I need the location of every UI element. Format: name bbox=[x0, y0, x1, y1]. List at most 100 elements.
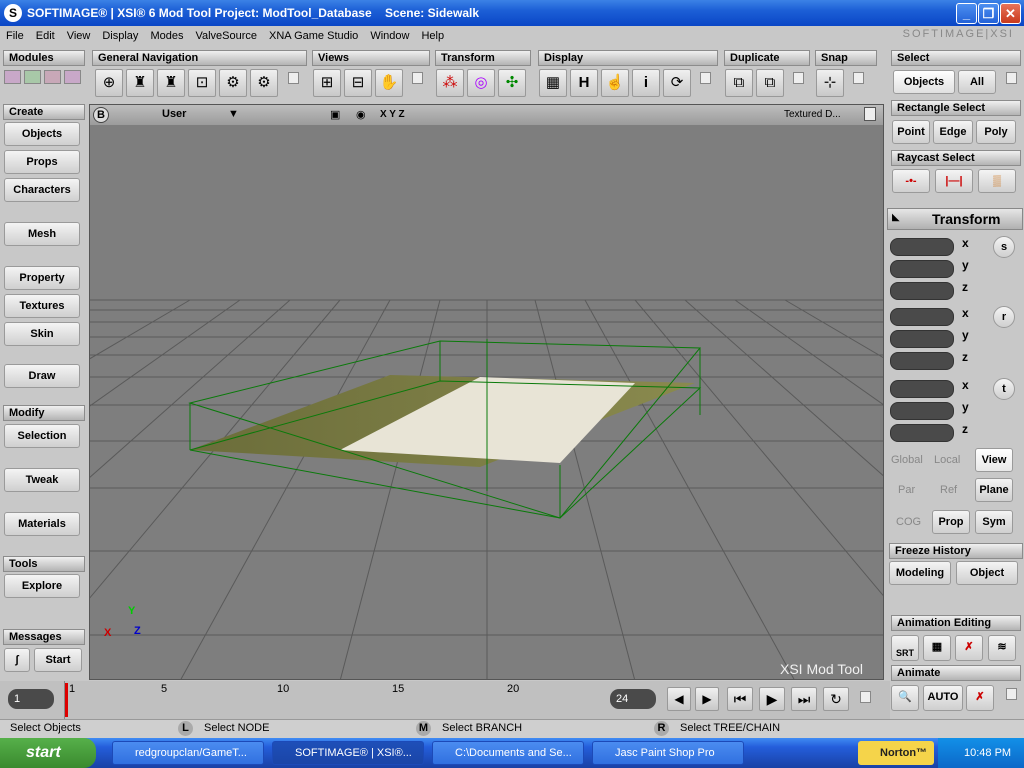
menu-window[interactable]: Window bbox=[364, 30, 415, 42]
ref-button[interactable]: Ref bbox=[940, 484, 957, 496]
edge-button[interactable]: Edge bbox=[933, 120, 973, 144]
animate-menu-icon[interactable] bbox=[1006, 688, 1017, 700]
scale-z-field[interactable] bbox=[890, 282, 954, 300]
snap-icon[interactable]: ⊹ bbox=[816, 69, 844, 97]
select-all-button[interactable]: All bbox=[958, 70, 996, 94]
create-objects-button[interactable]: Objects bbox=[4, 122, 80, 146]
module-button-1[interactable] bbox=[4, 70, 21, 84]
explorer-icon[interactable]: ⊟ bbox=[344, 69, 372, 97]
freeze-modeling-button[interactable]: Modeling bbox=[889, 561, 951, 585]
property-button[interactable]: Property bbox=[4, 266, 80, 290]
menu-edit[interactable]: Edit bbox=[30, 30, 61, 42]
menu-file[interactable]: File bbox=[0, 30, 30, 42]
camera-view-icon[interactable]: ▣ bbox=[330, 108, 340, 121]
translate-x-field[interactable] bbox=[890, 380, 954, 398]
cog-button[interactable]: COG bbox=[896, 516, 921, 528]
next-frame-icon[interactable]: ▶ bbox=[695, 687, 719, 711]
views-menu-icon[interactable] bbox=[412, 72, 423, 84]
select-menu-icon[interactable] bbox=[1006, 72, 1017, 84]
taskbar-item-explorer[interactable]: C:\Documents and Se... bbox=[432, 741, 584, 765]
info-icon[interactable]: i bbox=[632, 69, 660, 97]
viewport-maximize-icon[interactable] bbox=[864, 107, 876, 121]
messages-script-icon[interactable]: ʃ bbox=[4, 648, 30, 672]
view-button[interactable]: View bbox=[975, 448, 1013, 472]
render-region-icon[interactable]: ✋ bbox=[375, 69, 403, 97]
local-button[interactable]: Local bbox=[934, 454, 960, 466]
menu-display[interactable]: Display bbox=[96, 30, 144, 42]
norton-tray-button[interactable]: Norton™ bbox=[858, 741, 934, 765]
poly-button[interactable]: Poly bbox=[976, 120, 1016, 144]
refresh-icon[interactable]: ⟳ bbox=[663, 69, 691, 97]
timeline-track[interactable]: 1 5 10 15 20 bbox=[64, 681, 604, 719]
raycast-poly-icon[interactable]: ▒ bbox=[978, 169, 1016, 193]
layers-icon[interactable]: ≋ bbox=[988, 635, 1016, 661]
taskbar-item-softimage[interactable]: SOFTIMAGE® | XSI®... bbox=[272, 741, 424, 765]
key-icon[interactable]: 🔍 bbox=[891, 685, 919, 711]
pan-icon[interactable]: ⚙ bbox=[250, 69, 278, 97]
rotate-z-field[interactable] bbox=[890, 352, 954, 370]
duplicate-icon[interactable]: ⧉ bbox=[725, 69, 753, 97]
eye-icon[interactable]: ◉ bbox=[356, 108, 366, 121]
hide-icon[interactable]: H bbox=[570, 69, 598, 97]
loop-icon[interactable]: ↻ bbox=[823, 687, 849, 711]
orbit-icon[interactable]: ♜ bbox=[126, 69, 154, 97]
menu-help[interactable]: Help bbox=[415, 30, 450, 42]
scale-x-field[interactable] bbox=[890, 238, 954, 256]
plane-button[interactable]: Plane bbox=[975, 478, 1013, 502]
menu-valvesource[interactable]: ValveSource bbox=[189, 30, 263, 42]
general-navigation-menu-icon[interactable] bbox=[288, 72, 299, 84]
duplicate-menu-icon[interactable] bbox=[793, 72, 804, 84]
scale-y-field[interactable] bbox=[890, 260, 954, 278]
playhead[interactable] bbox=[65, 683, 68, 717]
raycast-edge-icon[interactable]: |—| bbox=[935, 169, 973, 193]
go-to-end-icon[interactable]: ⏭ bbox=[791, 687, 817, 711]
current-frame-field[interactable]: 1 bbox=[8, 689, 54, 709]
navigation-icon[interactable]: ⊕ bbox=[95, 69, 123, 97]
start-button[interactable]: start bbox=[0, 738, 96, 768]
frame-icon[interactable]: ⊡ bbox=[188, 69, 216, 97]
viewport[interactable]: B User ▼ ▣ ◉ X Y Z Textured D... Y X Z X… bbox=[89, 104, 884, 680]
hand-icon[interactable]: ☝ bbox=[601, 69, 629, 97]
go-to-start-icon[interactable]: ⏮ bbox=[727, 687, 753, 711]
clone-icon[interactable]: ⧉ bbox=[756, 69, 784, 97]
materials-button[interactable]: Materials bbox=[4, 512, 80, 536]
rotate-button[interactable]: r bbox=[993, 306, 1015, 328]
grid-icon[interactable]: ▦ bbox=[539, 69, 567, 97]
camera-selector[interactable]: User bbox=[162, 108, 186, 120]
auto-key-button[interactable]: AUTO bbox=[923, 685, 963, 711]
delete-key-icon[interactable]: ✗ bbox=[966, 685, 994, 711]
play-icon[interactable]: ▶ bbox=[759, 687, 785, 711]
end-frame-field[interactable]: 24 bbox=[610, 689, 656, 709]
translate-icon[interactable]: ✣ bbox=[498, 69, 526, 97]
zoom-icon[interactable]: ⚙ bbox=[219, 69, 247, 97]
taskbar-item-paintshop[interactable]: Jasc Paint Shop Pro bbox=[592, 741, 744, 765]
par-button[interactable]: Par bbox=[898, 484, 915, 496]
display-menu-icon[interactable] bbox=[700, 72, 711, 84]
display-mode-selector[interactable]: Textured D... bbox=[784, 109, 841, 120]
rotate-icon[interactable]: ◎ bbox=[467, 69, 495, 97]
explore-button[interactable]: Explore bbox=[4, 574, 80, 598]
selection-button[interactable]: Selection bbox=[4, 424, 80, 448]
collapse-arrow-icon[interactable]: ◣ bbox=[892, 212, 900, 223]
rotate-x-field[interactable] bbox=[890, 308, 954, 326]
scale-button[interactable]: s bbox=[993, 236, 1015, 258]
translate-z-field[interactable] bbox=[890, 424, 954, 442]
raycast-point-icon[interactable]: -•- bbox=[892, 169, 930, 193]
global-button[interactable]: Global bbox=[891, 454, 923, 466]
playback-menu-icon[interactable] bbox=[860, 691, 871, 703]
tweak-button[interactable]: Tweak bbox=[4, 468, 80, 492]
point-button[interactable]: Point bbox=[892, 120, 930, 144]
module-button-3[interactable] bbox=[44, 70, 61, 84]
fcurve-icon[interactable]: ✗ bbox=[955, 635, 983, 661]
prop-button[interactable]: Prop bbox=[932, 510, 970, 534]
draw-button[interactable]: Draw bbox=[4, 364, 80, 388]
srt-button[interactable]: SRT bbox=[891, 635, 919, 661]
dopesheet-icon[interactable]: ▦ bbox=[923, 635, 951, 661]
module-button-4[interactable] bbox=[64, 70, 81, 84]
sym-button[interactable]: Sym bbox=[975, 510, 1013, 534]
characters-button[interactable]: Characters bbox=[4, 178, 80, 202]
props-button[interactable]: Props bbox=[4, 150, 80, 174]
menu-view[interactable]: View bbox=[61, 30, 97, 42]
translate-y-field[interactable] bbox=[890, 402, 954, 420]
track-icon[interactable]: ♜ bbox=[157, 69, 185, 97]
